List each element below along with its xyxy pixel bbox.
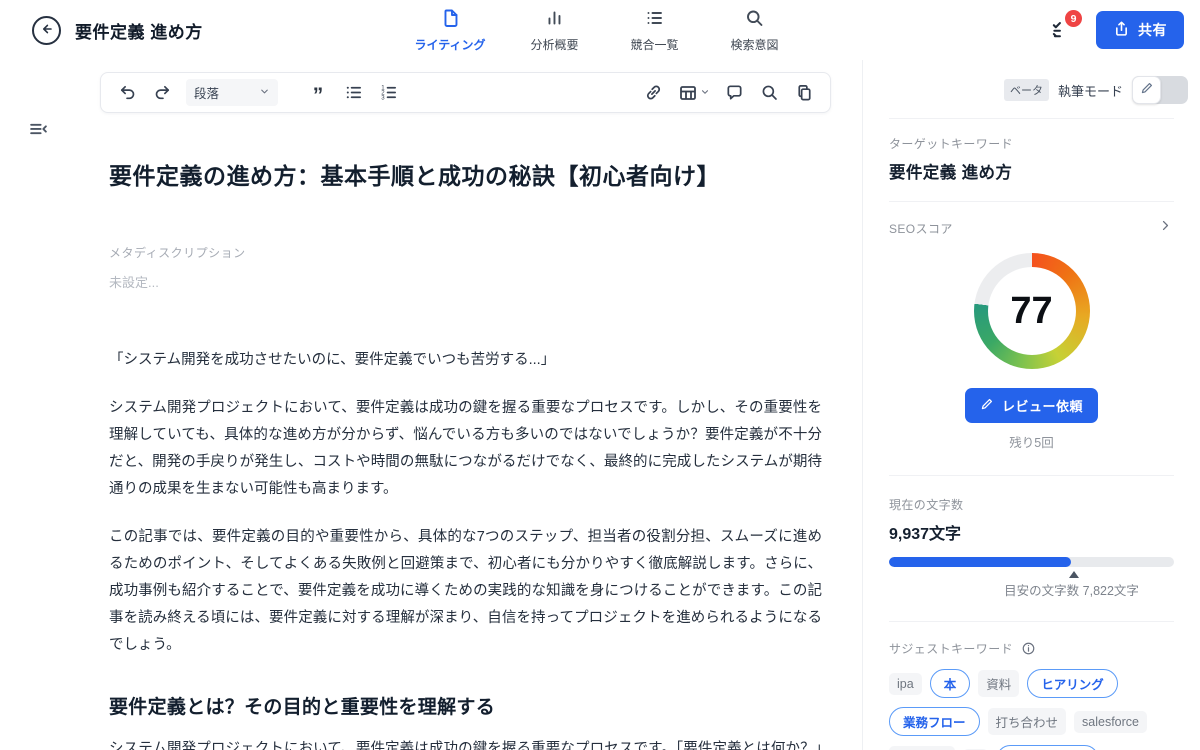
editor-area: 段落 ” 123: [100, 60, 831, 750]
beta-badge: ベータ: [1004, 79, 1049, 101]
ordered-list-button[interactable]: 123: [377, 82, 399, 104]
copy-button[interactable]: [793, 82, 815, 104]
paragraph[interactable]: システム開発プロジェクトにおいて、要件定義は成功の鍵を握る重要なプロセスです。「…: [109, 736, 822, 750]
tab-label: 分析概要: [531, 36, 579, 53]
header-left: 要件定義 進め方: [0, 16, 203, 45]
keyword-tag[interactable]: 本: [930, 669, 971, 698]
article-title[interactable]: 要件定義の進め方：基本手順と成功の秘訣【初心者向け】: [109, 160, 822, 192]
sidebar-collapse-icon: [28, 127, 49, 144]
seo-score-label: SEOスコア: [889, 220, 1174, 237]
notification-badge: 9: [1065, 10, 1082, 27]
search-in-doc-button[interactable]: [758, 82, 780, 104]
bullet-list-button[interactable]: [342, 82, 364, 104]
redo-button[interactable]: [151, 82, 173, 104]
seo-score-gauge-wrap: 77 レビュー依頼 残り5回: [889, 237, 1174, 451]
target-length-marker-zone: 目安の文字数 7,822文字: [889, 567, 1174, 597]
suggest-keyword-tags: ipa 本 資料 ヒアリング 業務フロー 打ち合わせ salesforce イン…: [889, 669, 1174, 750]
meta-description-placeholder[interactable]: 未設定...: [109, 272, 822, 291]
svg-text:3: 3: [381, 95, 385, 102]
bar-chart-icon: [545, 8, 565, 33]
request-review-label: レビュー依頼: [1002, 396, 1083, 415]
keyword-tag[interactable]: 資料: [978, 670, 1019, 697]
keyword-tag[interactable]: プロジェクト: [996, 745, 1099, 750]
keyword-tag[interactable]: 打ち合わせ: [988, 708, 1067, 735]
tab-competitor-list[interactable]: 競合一覧: [624, 8, 686, 53]
suggest-keywords-label: サジェストキーワード: [889, 640, 1013, 657]
char-count-label: 現在の文字数: [889, 496, 1174, 513]
comment-button[interactable]: [723, 82, 745, 104]
tab-bar: ライティング 分析概要 競合一覧 検索意図: [414, 0, 785, 60]
writing-mode-toggle[interactable]: [1132, 76, 1188, 104]
undo-button[interactable]: [116, 82, 138, 104]
writing-mode-row: ベータ 執筆モード: [889, 60, 1174, 119]
list-icon: [645, 8, 665, 33]
share-button-label: 共有: [1138, 20, 1167, 40]
document-title: 要件定義 進め方: [75, 18, 203, 43]
back-button[interactable]: [32, 16, 61, 45]
keyword-tag[interactable]: ヒアリング: [1027, 669, 1118, 698]
tab-search-intent[interactable]: 検索意図: [724, 8, 786, 53]
collapse-outline-button[interactable]: [28, 119, 49, 145]
table-icon: [677, 82, 699, 104]
editor-toolbar: 段落 ” 123: [100, 72, 831, 113]
request-review-button[interactable]: レビュー依頼: [965, 388, 1098, 423]
paragraph[interactable]: この記事では、要件定義の目的や重要性から、具体的な7つのステップ、担当者の役割分…: [109, 524, 822, 659]
seo-sidebar: ベータ 執筆モード ターゲットキーワード 要件定義 進め方 SEOスコア 7: [862, 60, 1200, 750]
char-count-value: 9,937文字: [889, 520, 1174, 544]
app-root: 要件定義 進め方 ライティング 分析概要 競合一覧: [0, 0, 1200, 750]
char-progress-bar: [889, 557, 1174, 567]
target-keyword-label: ターゲットキーワード: [889, 135, 1174, 152]
paragraph[interactable]: 「システム開発を成功させたいのに、要件定義でいつも苦労する...」: [109, 347, 822, 374]
seo-score-value: 77: [974, 253, 1090, 369]
share-icon: [1113, 20, 1130, 40]
keyword-tag[interactable]: salesforce: [1074, 711, 1147, 733]
writing-mode-label: 執筆モード: [1058, 81, 1123, 100]
section-heading[interactable]: 要件定義とは？その目的と重要性を理解する: [109, 692, 822, 719]
tab-analysis-overview[interactable]: 分析概要: [524, 8, 586, 53]
keyword-tag[interactable]: ipa: [889, 673, 922, 695]
block-format-value: 段落: [194, 83, 219, 102]
pencil-icon: [1140, 81, 1154, 100]
seo-score-section: SEOスコア 77 レビュー依頼 残り5回: [889, 202, 1174, 476]
target-marker-icon: [1069, 571, 1079, 578]
target-length-label: 目安の文字数 7,822文字: [1004, 580, 1139, 599]
checklist-notifications-button[interactable]: 9: [1048, 17, 1074, 43]
quote-icon: ”: [313, 79, 324, 106]
insert-table-button[interactable]: [677, 82, 710, 104]
arrow-left-icon: [39, 21, 55, 40]
char-progress-fill: [889, 557, 1071, 567]
tab-label: ライティング: [414, 36, 485, 53]
insert-link-button[interactable]: [642, 82, 664, 104]
tab-label: 競合一覧: [631, 36, 679, 53]
tab-writing[interactable]: ライティング: [414, 8, 485, 53]
seo-score-gauge: 77: [974, 253, 1090, 369]
target-keyword-section: ターゲットキーワード 要件定義 進め方: [889, 119, 1174, 202]
app-header: 要件定義 進め方 ライティング 分析概要 競合一覧: [0, 0, 1200, 60]
pen-icon: [980, 397, 994, 414]
share-button[interactable]: 共有: [1096, 11, 1184, 49]
suggest-keywords-section: サジェストキーワード ipa 本 資料 ヒアリング 業務フロー 打ち合わせ sa…: [889, 622, 1174, 750]
chevron-down-icon: [259, 84, 270, 102]
info-icon[interactable]: [1021, 641, 1036, 656]
blockquote-button[interactable]: ”: [307, 82, 329, 104]
review-remaining-count: 残り5回: [1009, 432, 1053, 451]
toggle-knob: [1132, 76, 1161, 104]
document-icon: [440, 8, 460, 33]
paragraph[interactable]: システム開発プロジェクトにおいて、要件定義は成功の鍵を握る重要なプロセスです。し…: [109, 395, 822, 503]
meta-description-label: メタディスクリプション: [109, 244, 822, 261]
chevron-down-icon: [700, 84, 710, 102]
chevron-right-icon[interactable]: [1159, 219, 1172, 237]
block-format-select[interactable]: 段落: [186, 79, 278, 106]
char-count-section: 現在の文字数 9,937文字 目安の文字数 7,822文字: [889, 476, 1174, 622]
header-right: 9 共有: [1048, 0, 1184, 60]
keyword-tag[interactable]: 業務フロー: [889, 707, 980, 736]
keyword-tag[interactable]: インフラ: [889, 746, 955, 750]
tab-label: 検索意図: [731, 36, 779, 53]
search-icon: [745, 8, 765, 33]
document-body[interactable]: 要件定義の進め方：基本手順と成功の秘訣【初心者向け】 メタディスクリプション 未…: [100, 160, 831, 750]
target-keyword-value: 要件定義 進め方: [889, 159, 1174, 183]
